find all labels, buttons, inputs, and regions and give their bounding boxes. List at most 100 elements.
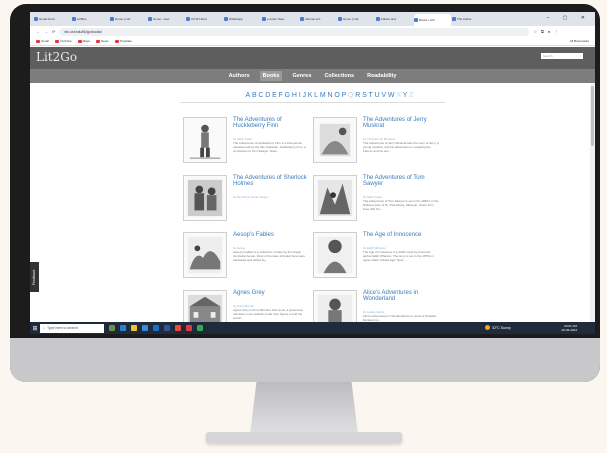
letter-filter-o[interactable]: O: [334, 92, 340, 99]
letter-filter-r[interactable]: R: [355, 92, 361, 99]
window-controls[interactable]: – ▢ ✕: [547, 15, 591, 21]
file-explorer-icon[interactable]: [131, 325, 137, 331]
letter-filter-j[interactable]: J: [302, 92, 307, 99]
forward-icon[interactable]: →: [44, 29, 48, 34]
reload-icon[interactable]: ⟳: [52, 29, 55, 34]
browser-tab[interactable]: ICTM Librar: [186, 14, 223, 24]
menu-icon[interactable]: ⋮: [554, 29, 558, 34]
book-item[interactable]: The Adventures of Sherlock Holmes by Sir …: [183, 175, 313, 231]
browser-tab[interactable]: Fables and: [376, 14, 413, 24]
browser-tab[interactable]: WhatsApp: [224, 14, 261, 24]
bookmark-item[interactable]: Translate: [114, 39, 132, 43]
letter-filter-z[interactable]: Z: [409, 92, 414, 99]
bookmark-item[interactable]: YouTube: [54, 39, 72, 43]
letter-filter-h[interactable]: H: [292, 92, 298, 99]
site-search-input[interactable]: Search: [541, 53, 583, 59]
book-cover-image[interactable]: [313, 117, 357, 163]
word-icon[interactable]: [164, 325, 170, 331]
screen: Gmail Inbox eOffice Home | Lit2 Home - Goo I…: [30, 12, 595, 334]
app-icon[interactable]: [197, 325, 203, 331]
browser-tab[interactable]: Home - Goo: [148, 14, 185, 24]
system-clock[interactable]: 03:01 PM 06-06-2024: [562, 324, 577, 333]
book-cover-image[interactable]: [183, 232, 227, 278]
book-cover-image[interactable]: [183, 117, 227, 163]
book-item[interactable]: The Adventures of Huckleberry Finn by Mar…: [183, 117, 313, 173]
store-icon[interactable]: [142, 325, 148, 331]
browser-tab[interactable]: Gmail Inbox: [34, 14, 71, 24]
book-cover-image[interactable]: [313, 175, 357, 221]
book-title-link[interactable]: The Adventures of Jerry Muskrat: [363, 117, 441, 130]
book-item[interactable]: The Adventures of Jerry Muskrat by Thornt…: [313, 117, 443, 173]
bookmark-item[interactable]: News: [95, 39, 109, 43]
letter-filter-m[interactable]: M: [320, 92, 327, 99]
book-item[interactable]: The Adventures of Tom Sawyer by Mark Twai…: [313, 175, 443, 231]
feedback-tab[interactable]: Feedback: [30, 262, 39, 292]
browser-tab[interactable]: Home | Lit2: [110, 14, 147, 24]
book-cover-image[interactable]: [313, 232, 357, 278]
bookmark-item[interactable]: Gmail: [36, 39, 49, 43]
book-title-link[interactable]: The Age of Innocence: [363, 232, 441, 238]
letter-filter-g[interactable]: G: [285, 92, 291, 99]
nav-authors[interactable]: Authors: [226, 71, 253, 81]
letter-filter-l[interactable]: L: [314, 92, 319, 99]
bookmark-item[interactable]: Maps: [77, 39, 90, 43]
book-item[interactable]: The Age of Innocence by Edith Wharton The …: [313, 232, 443, 288]
book-title-link[interactable]: The Adventures of Huckleberry Finn: [233, 117, 311, 130]
letter-filter-i[interactable]: I: [299, 92, 302, 99]
letter-filter-x[interactable]: X: [396, 92, 402, 99]
book-illustration-icon: [317, 179, 353, 217]
browser-tab[interactable]: Home | Lit2: [338, 14, 375, 24]
browser-tab[interactable]: Internet Arc: [300, 14, 337, 24]
profile-icon[interactable]: ●: [548, 29, 550, 34]
edge-icon[interactable]: [120, 325, 126, 331]
extensions-icon[interactable]: ⧉: [541, 29, 544, 34]
book-item[interactable]: Aesop's Fables by Aesop Aesop's Fables is …: [183, 232, 313, 288]
book-title-link[interactable]: The Adventures of Sherlock Holmes: [233, 175, 311, 188]
mail-icon[interactable]: [153, 325, 159, 331]
letter-filter-y[interactable]: Y: [403, 92, 409, 99]
back-icon[interactable]: ←: [36, 29, 40, 34]
letter-filter-w[interactable]: W: [388, 92, 396, 99]
tab-label: Home - Goo: [153, 17, 170, 21]
letter-filter-a[interactable]: A: [246, 92, 252, 99]
letter-filter-e[interactable]: E: [272, 92, 278, 99]
letter-filter-f[interactable]: F: [279, 92, 284, 99]
book-title-link[interactable]: Alice's Adventures in Wonderland: [363, 290, 441, 303]
browser-tab[interactable]: eOffice: [72, 14, 109, 24]
book-title-link[interactable]: Aesop's Fables: [233, 232, 311, 238]
url-input[interactable]: etc.usf.edu/lit2go/books/: [59, 27, 530, 36]
letter-filter-d[interactable]: D: [265, 92, 271, 99]
taskbar-search-input[interactable]: ⌕ Type here to search: [40, 323, 104, 333]
nav-readability[interactable]: Readability: [364, 71, 399, 81]
book-title-link[interactable]: Agnes Grey: [233, 290, 311, 296]
letter-filter-q[interactable]: Q: [348, 92, 354, 99]
tab-label: Gmail Inbox: [39, 17, 56, 21]
star-icon[interactable]: ☆: [533, 29, 537, 34]
letter-filter-t[interactable]: T: [369, 92, 374, 99]
nav-collections[interactable]: Collections: [321, 71, 357, 81]
letter-filter-v[interactable]: V: [381, 92, 387, 99]
nav-books[interactable]: Books: [259, 71, 283, 81]
chrome-icon[interactable]: [175, 325, 181, 331]
letter-filter-p[interactable]: P: [342, 92, 348, 99]
tab-favicon-icon: [376, 17, 380, 21]
letter-filter-c[interactable]: C: [258, 92, 264, 99]
letter-filter-b[interactable]: B: [252, 92, 258, 99]
taskview-icon[interactable]: [109, 325, 115, 331]
browser-tab[interactable]: Books | Lit2: [414, 14, 451, 26]
browser-tab[interactable]: e-Gram Swa: [262, 14, 299, 24]
letter-filter-u[interactable]: U: [375, 92, 381, 99]
weather-widget[interactable]: 32°C Sunny: [485, 325, 511, 330]
book-title-link[interactable]: The Adventures of Tom Sawyer: [363, 175, 441, 188]
letter-filter-s[interactable]: S: [362, 92, 368, 99]
scrollbar-thumb[interactable]: [591, 86, 594, 146]
windows-start-icon[interactable]: ⊞: [30, 325, 40, 332]
site-logo[interactable]: Lit2Go: [36, 50, 77, 64]
browser-tab[interactable]: The Author: [452, 14, 489, 24]
acrobat-icon[interactable]: [186, 325, 192, 331]
all-bookmarks-link[interactable]: All Bookmarks: [570, 39, 589, 43]
letter-filter-n[interactable]: N: [327, 92, 333, 99]
letter-filter-k[interactable]: K: [308, 92, 314, 99]
nav-genres[interactable]: Genres: [289, 71, 314, 81]
book-cover-image[interactable]: [183, 175, 227, 221]
